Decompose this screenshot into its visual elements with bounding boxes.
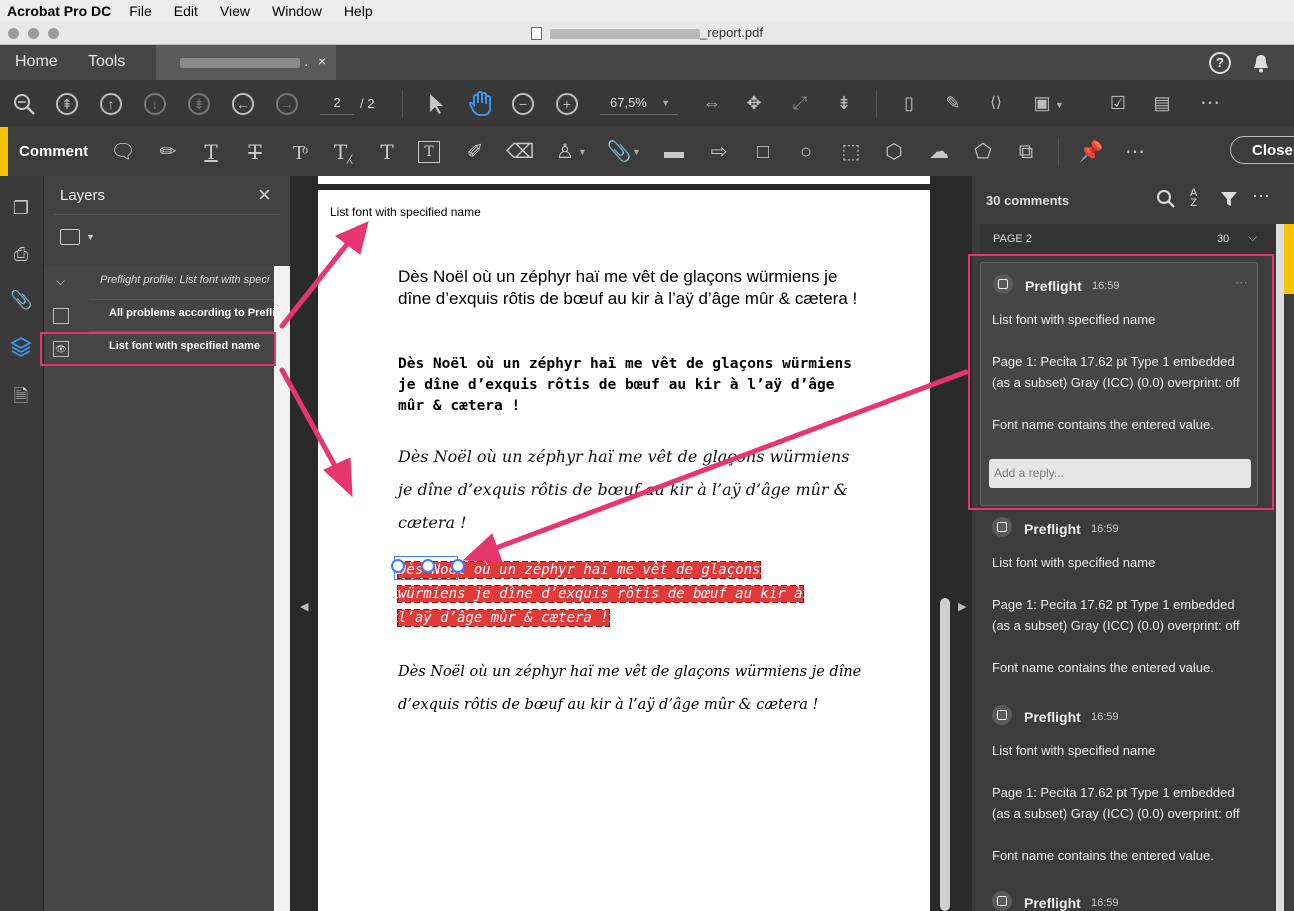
arrow-head — [462, 533, 503, 563]
annotation-arrows-overlay — [279, 221, 969, 563]
annotation-arrow — [493, 369, 969, 551]
annotation-arrow — [279, 367, 343, 478]
arrow-head — [323, 457, 353, 498]
annotation-arrow — [279, 235, 355, 329]
